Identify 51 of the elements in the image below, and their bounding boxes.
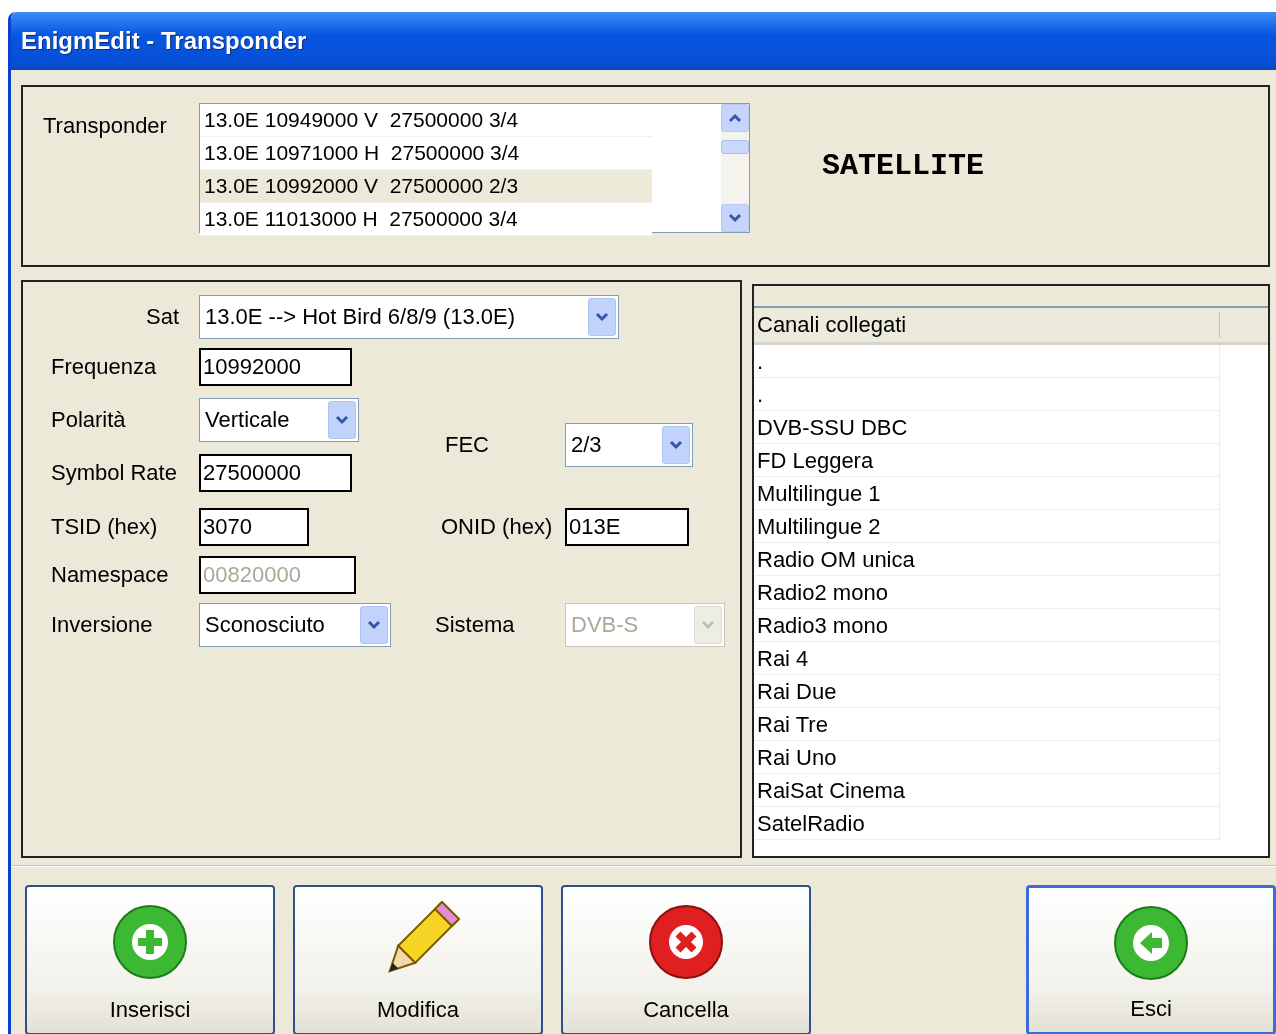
dropdown[interactable]: Sconosciuto <box>199 603 391 647</box>
toolbar-button[interactable]: Modifica <box>293 885 543 1034</box>
toolbar-button[interactable]: Cancella <box>561 885 811 1034</box>
input-field[interactable]: 27500000 <box>199 454 352 492</box>
scroll-thumb[interactable] <box>721 140 749 154</box>
field-label: Inversione <box>50 612 154 638</box>
list-item[interactable]: RaiSat Cinema <box>754 774 1220 807</box>
list-item[interactable]: Rai 4 <box>754 642 1220 675</box>
input-field[interactable]: 013E <box>565 508 689 546</box>
field-label: Namespace <box>50 562 170 588</box>
list-item[interactable]: FD Leggera <box>754 444 1220 477</box>
list-item[interactable]: SatelRadio <box>754 807 1220 840</box>
field-label: Transponder <box>43 113 168 139</box>
list-item[interactable]: Radio2 mono <box>754 576 1220 609</box>
chevron-up-icon <box>728 113 742 123</box>
list-item[interactable]: Multilingue 1 <box>754 477 1220 510</box>
list-item[interactable]: Rai Due <box>754 675 1220 708</box>
toolbar-button[interactable]: Inserisci <box>25 885 275 1034</box>
list-item[interactable]: 13.0E 10992000 V 27500000 2/3 <box>200 170 652 203</box>
input-field[interactable]: 3070 <box>199 508 309 546</box>
chevron-down-icon <box>595 312 609 322</box>
window-title: EnigmEdit - Transponder <box>21 27 307 55</box>
dropdown[interactable]: 13.0E --> Hot Bird 6/8/9 (13.0E) <box>199 295 619 339</box>
field-label: TSID (hex) <box>50 514 159 540</box>
list-item[interactable]: Multilingue 2 <box>754 510 1220 543</box>
input-field[interactable]: 10992000 <box>199 348 352 386</box>
field-label: Frequenza <box>50 354 158 380</box>
chevron-down-icon <box>669 440 683 450</box>
dropdown[interactable]: Verticale <box>199 398 359 442</box>
field-label: Polarità <box>50 407 127 433</box>
field-label: Sistema <box>434 612 516 638</box>
type-label: SATELLITE <box>822 149 985 183</box>
list-item[interactable]: . <box>754 378 1220 411</box>
column-header[interactable]: Canali collegati <box>754 308 1268 345</box>
scrollbar[interactable] <box>721 104 749 232</box>
field-label: FEC <box>444 432 490 458</box>
chevron-down-icon <box>367 620 381 630</box>
list-item[interactable]: DVB-SSU DBC <box>754 411 1220 444</box>
list-item[interactable]: . <box>754 345 1220 378</box>
list-item[interactable]: Rai Uno <box>754 741 1220 774</box>
list-item[interactable]: Rai Tre <box>754 708 1220 741</box>
field-label: ONID (hex) <box>440 514 554 540</box>
list-item[interactable]: Radio OM unica <box>754 543 1220 576</box>
chevron-down-icon <box>728 213 742 223</box>
chevron-down-icon <box>335 415 349 425</box>
list-item[interactable]: Radio3 mono <box>754 609 1220 642</box>
toolbar-button[interactable]: Esci <box>1026 885 1276 1034</box>
chevron-down-icon <box>701 620 715 630</box>
field-label: Symbol Rate <box>50 460 178 486</box>
field-label: Sat <box>144 304 180 330</box>
dropdown[interactable]: 2/3 <box>565 423 693 467</box>
